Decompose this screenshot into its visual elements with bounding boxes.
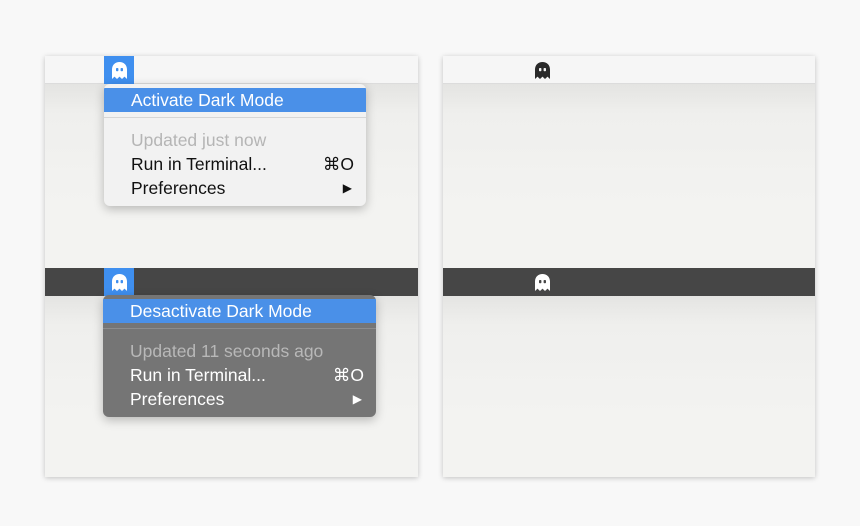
left-panel: Activate Dark Mode Updated just now Run … xyxy=(45,56,418,477)
ghost-icon xyxy=(534,61,550,79)
ghost-icon xyxy=(534,273,550,291)
run-in-terminal-label: Run in Terminal... xyxy=(130,364,266,385)
desktop-background-light xyxy=(443,84,815,268)
update-status-label: Updated just now xyxy=(131,129,267,150)
light-menubar xyxy=(443,56,815,84)
preferences-item[interactable]: Preferences ▶ xyxy=(103,387,376,411)
activate-dark-mode-label: Activate Dark Mode xyxy=(131,89,284,110)
light-menubar xyxy=(45,56,418,84)
update-status-item: Updated 11 seconds ago xyxy=(103,339,376,363)
activate-dark-mode-item[interactable]: Activate Dark Mode xyxy=(104,88,366,112)
right-panel xyxy=(443,56,815,477)
dark-status-menu: Desactivate Dark Mode Updated 11 seconds… xyxy=(103,295,376,417)
dark-menubar xyxy=(45,268,418,296)
deactivate-dark-mode-label: Desactivate Dark Mode xyxy=(130,300,312,321)
preferences-label: Preferences xyxy=(131,177,226,198)
ghost-icon xyxy=(111,61,127,79)
run-in-terminal-item[interactable]: Run in Terminal... ⌘O xyxy=(103,363,376,387)
submenu-arrow-icon: ▶ xyxy=(342,181,352,195)
menu-separator xyxy=(103,328,376,329)
deactivate-dark-mode-item[interactable]: Desactivate Dark Mode xyxy=(103,299,376,323)
ghost-icon xyxy=(111,273,127,291)
run-in-terminal-label: Run in Terminal... xyxy=(131,153,267,174)
ghost-status-item[interactable] xyxy=(527,268,557,296)
run-in-terminal-shortcut: ⌘O xyxy=(322,153,354,174)
preferences-label: Preferences xyxy=(130,388,225,409)
run-in-terminal-item[interactable]: Run in Terminal... ⌘O xyxy=(104,152,366,176)
ghost-status-item[interactable] xyxy=(104,268,134,296)
menu-separator xyxy=(104,117,366,118)
ghost-status-item[interactable] xyxy=(104,56,134,84)
preferences-item[interactable]: Preferences ▶ xyxy=(104,176,366,200)
update-status-item: Updated just now xyxy=(104,128,366,152)
submenu-arrow-icon: ▶ xyxy=(352,392,362,406)
dark-menubar xyxy=(443,268,815,296)
update-status-label: Updated 11 seconds ago xyxy=(130,340,324,361)
ghost-status-item[interactable] xyxy=(527,56,557,84)
light-status-menu: Activate Dark Mode Updated just now Run … xyxy=(104,84,366,206)
desktop-background-dark xyxy=(443,295,815,477)
run-in-terminal-shortcut: ⌘O xyxy=(332,364,364,385)
